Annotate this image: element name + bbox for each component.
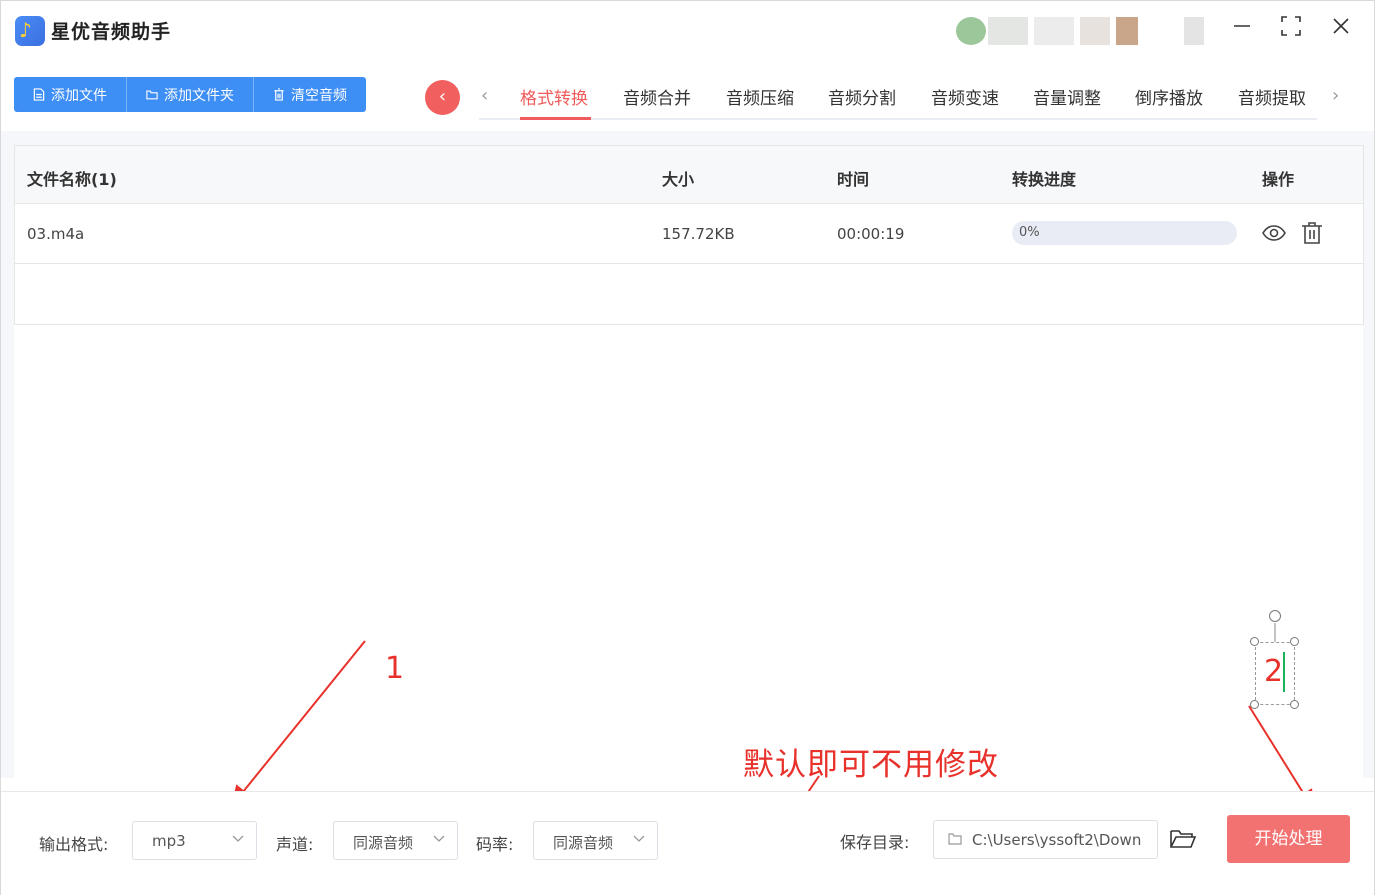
annotation-step-1: 1 xyxy=(385,651,405,686)
annotation-step-2: 2 xyxy=(1264,654,1284,689)
save-dir-input[interactable]: C:\Users\yssoft2\Down xyxy=(933,820,1158,859)
annotation-arrows xyxy=(231,623,1315,863)
resize-handle[interactable] xyxy=(1250,700,1259,709)
arrow-to-format xyxy=(231,640,366,807)
channel-value: 同源音频 xyxy=(353,834,414,852)
annotation-note: 默认即可不用修改 xyxy=(743,747,999,783)
save-dir-value: C:\Users\yssoft2\Down xyxy=(972,831,1142,849)
output-format-select[interactable]: mp3 xyxy=(132,821,257,860)
bitrate-label: 码率: xyxy=(476,835,514,854)
folder-icon xyxy=(948,833,962,845)
start-process-button[interactable]: 开始处理 xyxy=(1227,815,1350,863)
bitrate-value: 同源音频 xyxy=(553,834,614,852)
resize-handle[interactable] xyxy=(1290,700,1299,709)
channel-label: 声道: xyxy=(276,835,314,854)
app-window: ♪ 星优音频助手 添加文件 添加文件夹 清空音频 ‹ ‹ 格式转换 音频合并 音… xyxy=(0,0,1375,895)
output-format-label: 输出格式: xyxy=(39,835,109,854)
resize-handle[interactable] xyxy=(1290,637,1299,646)
resize-handle[interactable] xyxy=(1250,637,1259,646)
open-folder-icon[interactable] xyxy=(1169,827,1197,851)
settings-bar: 输出格式: mp3 声道: 同源音频 码率: 同源音频 保存目录: C:\Use… xyxy=(1,791,1374,895)
bitrate-select[interactable]: 同源音频 xyxy=(533,821,658,860)
channel-select[interactable]: 同源音频 xyxy=(333,821,458,860)
chevron-down-icon xyxy=(232,835,244,842)
chevron-down-icon xyxy=(633,835,645,842)
chevron-down-icon xyxy=(433,835,445,842)
text-caret xyxy=(1283,652,1285,692)
output-format-value: mp3 xyxy=(152,832,186,850)
save-dir-label: 保存目录: xyxy=(840,833,910,852)
rotate-handle[interactable] xyxy=(1269,610,1281,622)
